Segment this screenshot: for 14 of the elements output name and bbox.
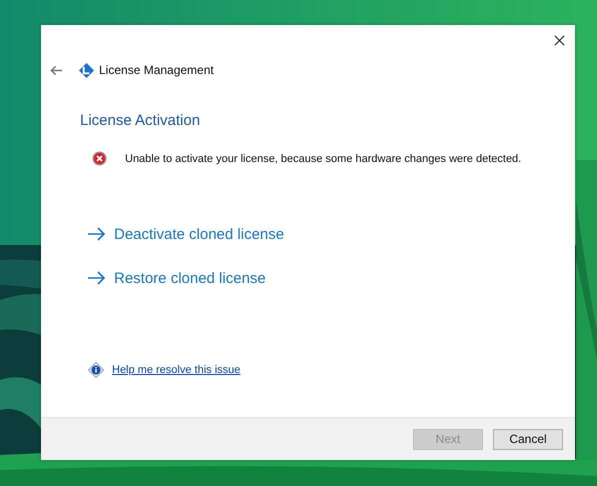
command-link[interactable]: Restore cloned license: [88, 268, 266, 288]
arrow-icon: [88, 227, 106, 241]
error-message: Unable to activate your license, because some hardware changes were detected.: [125, 152, 522, 164]
page-heading: License Activation: [80, 112, 202, 129]
logo-icon: [79, 62, 94, 78]
error-icon: [92, 151, 107, 166]
info-icon: [88, 362, 104, 378]
arrow-icon: [88, 271, 106, 285]
dialog-button[interactable]: Cancel: [493, 428, 563, 450]
back-arrow-icon[interactable]: [50, 64, 63, 76]
command-link[interactable]: Deactivate cloned license: [88, 224, 284, 244]
help-link[interactable]: Help me resolve this issue: [112, 364, 240, 376]
close-icon[interactable]: [554, 35, 565, 46]
window-title: License Management: [99, 63, 214, 77]
